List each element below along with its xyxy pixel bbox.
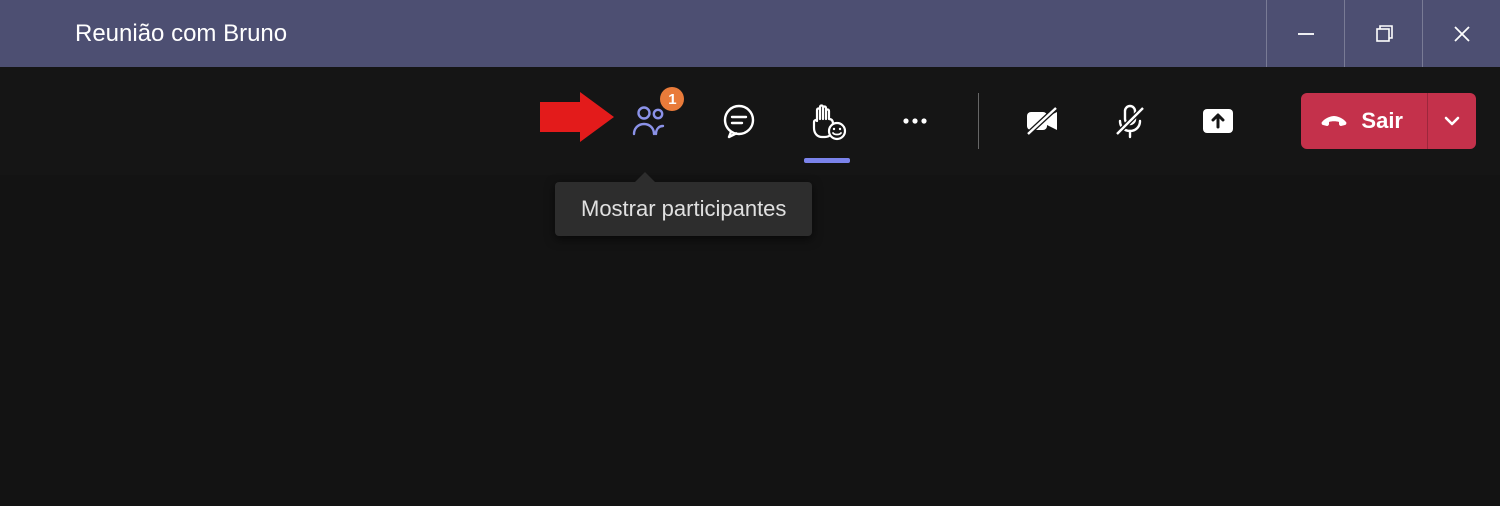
close-icon: [1451, 23, 1473, 45]
window-controls: [1266, 0, 1500, 67]
participants-button[interactable]: 1: [626, 91, 676, 151]
camera-button[interactable]: [1017, 91, 1067, 151]
microphone-off-icon: [1110, 101, 1150, 141]
leave-button[interactable]: Sair: [1301, 93, 1427, 149]
camera-off-icon: [1022, 101, 1062, 141]
leave-button-group: Sair: [1301, 93, 1476, 149]
participants-badge: 1: [660, 87, 684, 111]
more-icon: [898, 104, 932, 138]
chat-icon: [720, 102, 758, 140]
maximize-button[interactable]: [1344, 0, 1422, 67]
toolbar-divider: [978, 93, 979, 149]
title-bar: Reunião com Bruno: [0, 0, 1500, 67]
hangup-icon: [1319, 106, 1349, 136]
meeting-title: Reunião com Bruno: [75, 20, 287, 48]
close-button[interactable]: [1422, 0, 1500, 67]
share-screen-button[interactable]: [1193, 91, 1243, 151]
chat-button[interactable]: [714, 91, 764, 151]
share-icon: [1199, 102, 1237, 140]
raise-hand-react-icon: [807, 101, 847, 141]
more-actions-button[interactable]: [890, 91, 940, 151]
tooltip-text: Mostrar participantes: [581, 196, 786, 221]
leave-options-button[interactable]: [1427, 93, 1476, 149]
reactions-button[interactable]: [802, 91, 852, 151]
microphone-button[interactable]: [1105, 91, 1155, 151]
maximize-icon: [1373, 23, 1395, 45]
minimize-button[interactable]: [1266, 0, 1344, 67]
minimize-icon: [1295, 23, 1317, 45]
participants-tooltip: Mostrar participantes: [555, 182, 812, 236]
leave-label: Sair: [1361, 108, 1403, 134]
meeting-toolbar: 1: [0, 67, 1500, 175]
chevron-down-icon: [1442, 111, 1462, 131]
